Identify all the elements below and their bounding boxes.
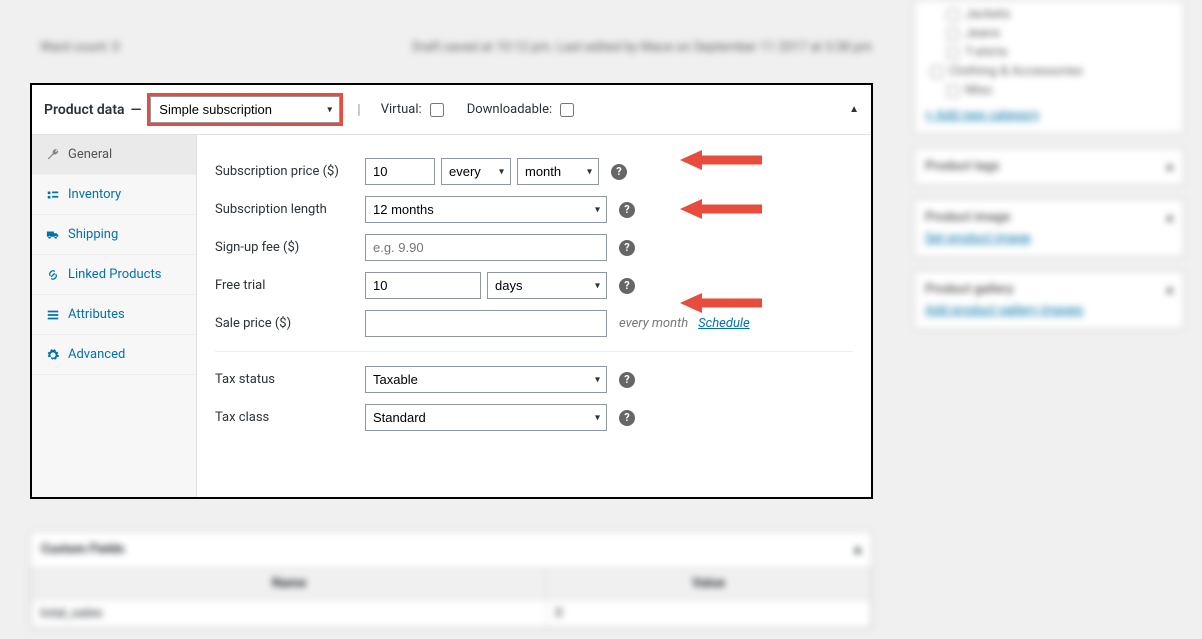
free-trial-unit-select[interactable]: days (487, 272, 607, 299)
link-icon (46, 268, 60, 282)
free-trial-input[interactable] (365, 272, 481, 299)
field-divider (215, 351, 853, 352)
gear-icon (46, 348, 60, 362)
title-separator: — (131, 102, 142, 118)
bg-cell: 0 (555, 606, 562, 621)
tab-label: Inventory (68, 187, 121, 202)
downloadable-checkbox[interactable] (560, 103, 574, 117)
wrench-icon (46, 148, 60, 162)
sale-price-input[interactable] (365, 310, 607, 337)
subscription-length-label: Subscription length (215, 202, 365, 217)
sale-price-hint: every month (619, 316, 688, 331)
product-data-fields: Subscription price ($) every month ? Sub… (197, 135, 871, 497)
tax-class-select[interactable]: Standard (365, 404, 607, 431)
bg-tags-h: Product tags (925, 159, 1000, 174)
free-trial-label: Free trial (215, 278, 365, 293)
help-icon[interactable]: ? (619, 202, 635, 218)
bg-custom-h: Custom Fields (41, 542, 125, 557)
tab-general[interactable]: General (32, 135, 196, 175)
inventory-icon (46, 188, 60, 202)
tab-advanced[interactable]: Advanced (32, 335, 196, 375)
help-icon[interactable]: ? (611, 164, 627, 180)
bg-cell: total_sales (40, 606, 102, 621)
tax-class-row: Tax class Standard ? (215, 404, 853, 431)
tab-label: Advanced (68, 347, 125, 362)
tax-class-label: Tax class (215, 410, 365, 425)
tab-label: General (68, 147, 112, 162)
tab-inventory[interactable]: Inventory (32, 175, 196, 215)
signup-fee-input[interactable] (365, 234, 607, 261)
bg-draft-info: Draft saved at 10:12 pm. Last edited by … (412, 40, 872, 55)
subscription-length-row: Subscription length 12 months ? (215, 196, 853, 223)
tax-status-row: Tax status Taxable ? (215, 366, 853, 393)
subscription-length-select[interactable]: 12 months (365, 196, 607, 223)
subscription-interval-select[interactable]: every (441, 158, 511, 185)
tax-status-select[interactable]: Taxable (365, 366, 607, 393)
bg-add-category: + Add new category (925, 108, 1039, 123)
bg-cat: Misc (965, 83, 993, 98)
tab-attributes[interactable]: Attributes (32, 295, 196, 335)
product-data-header: Product data — Simple subscription | Vir… (32, 85, 871, 135)
panel-collapse-icon[interactable]: ▲ (849, 104, 859, 115)
bg-cat: Clothing & Accessories (949, 64, 1083, 79)
attributes-icon (46, 308, 60, 322)
bg-gallery-h: Product gallery (925, 282, 1014, 297)
help-icon[interactable]: ? (619, 278, 635, 294)
signup-fee-label: Sign-up fee ($) (215, 240, 365, 255)
bg-image-link: Set product image (925, 231, 1031, 246)
sale-price-row: Sale price ($) every month Schedule (215, 310, 853, 337)
bg-col-name: Name (32, 568, 547, 600)
tax-status-label: Tax status (215, 372, 365, 387)
product-type-highlight: Simple subscription (147, 93, 343, 126)
bg-cat: Jackets (965, 7, 1010, 22)
free-trial-row: Free trial days ? (215, 272, 853, 299)
tab-label: Shipping (68, 227, 118, 242)
bg-cat: Jeans (965, 26, 1000, 41)
subscription-period-select[interactable]: month (517, 158, 599, 185)
signup-fee-row: Sign-up fee ($) ? (215, 234, 853, 261)
truck-icon (46, 228, 60, 242)
sale-price-label: Sale price ($) (215, 316, 365, 331)
bg-word-count: Ward count: 0 (40, 40, 120, 55)
product-data-title: Product data (44, 102, 125, 118)
product-data-tabs: General Inventory Shipping Linked Produc… (32, 135, 197, 497)
subscription-price-input[interactable] (365, 158, 435, 185)
schedule-link[interactable]: Schedule (698, 316, 750, 331)
tab-label: Attributes (68, 307, 125, 322)
bg-cat: T-shirts (965, 45, 1008, 60)
bg-gallery-link: Add product gallery images (925, 303, 1083, 318)
help-icon[interactable]: ? (619, 372, 635, 388)
downloadable-label: Downloadable: (467, 100, 577, 120)
bg-col-value: Value (547, 568, 871, 600)
subscription-price-label: Subscription price ($) (215, 164, 365, 179)
help-icon[interactable]: ? (619, 240, 635, 256)
product-type-select[interactable]: Simple subscription (150, 96, 340, 123)
tab-linked-products[interactable]: Linked Products (32, 255, 196, 295)
virtual-label: Virtual: (381, 100, 447, 120)
help-icon[interactable]: ? (619, 410, 635, 426)
bg-image-h: Product image (925, 210, 1010, 225)
tab-label: Linked Products (68, 267, 161, 282)
tab-shipping[interactable]: Shipping (32, 215, 196, 255)
virtual-checkbox[interactable] (430, 103, 444, 117)
product-data-panel: Product data — Simple subscription | Vir… (30, 83, 873, 499)
subscription-price-row: Subscription price ($) every month ? (215, 158, 853, 185)
